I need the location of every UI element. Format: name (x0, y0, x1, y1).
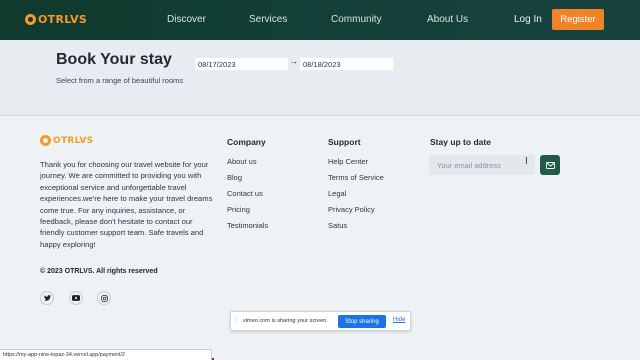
email-field[interactable] (429, 155, 535, 175)
support-heading: Support (328, 137, 361, 147)
instagram-icon[interactable] (97, 291, 111, 305)
share-message: vimeo.com is sharing your screen. (243, 318, 328, 324)
company-heading: Company (227, 137, 266, 147)
register-button[interactable]: Register (552, 9, 604, 30)
booking-section: Book Your stay Select from a range of be… (0, 40, 640, 116)
footer-link-terms[interactable]: Terms of Service (328, 173, 384, 189)
footer-about-text: Thank you for choosing our travel websit… (40, 160, 213, 249)
status-url: https://my-app-nine-topaz-34.vercel.app/… (0, 349, 212, 360)
hide-share-bar-link[interactable]: Hide (393, 317, 405, 323)
company-links: About us Blog Contact us Pricing Testimo… (227, 157, 268, 237)
footer-logo[interactable]: OTRLVS (40, 135, 93, 146)
footer-link-pricing[interactable]: Pricing (227, 205, 268, 221)
newsletter-heading: Stay up to date (430, 137, 491, 147)
footer-link-testimonials[interactable]: Testimonials (227, 221, 268, 237)
nav-discover[interactable]: Discover (167, 14, 206, 25)
page-title: Book Your stay (56, 51, 172, 68)
brand-name: OTRLVS (38, 13, 88, 26)
footer-link-privacy[interactable]: Privacy Policy (328, 205, 384, 221)
footer-brand-name: OTRLVS (53, 135, 94, 146)
footer-link-blog[interactable]: Blog (227, 173, 268, 189)
nav-community[interactable]: Community (331, 14, 382, 25)
drag-handle-icon[interactable]: ⁞ (235, 317, 237, 323)
sun-logo-icon (40, 135, 51, 146)
brand-logo[interactable]: OTRLVS (25, 13, 87, 26)
start-date-input[interactable] (195, 58, 288, 70)
nav-services[interactable]: Services (249, 14, 287, 25)
subscribe-button[interactable] (540, 155, 560, 175)
top-navbar: OTRLVS Discover Services Community About… (0, 0, 640, 40)
footer-link-help-center[interactable]: Help Center (328, 157, 384, 173)
login-link[interactable]: Log In (514, 14, 542, 25)
nav-about-us[interactable]: About Us (427, 14, 468, 25)
text-cursor-icon: I (525, 156, 528, 167)
mail-icon (545, 161, 555, 169)
twitter-icon[interactable] (40, 291, 54, 305)
footer-link-contact-us[interactable]: Contact us (227, 189, 268, 205)
youtube-icon[interactable] (69, 291, 83, 305)
copyright-text: © 2023 OTRLVS. All rights reserved (40, 268, 158, 275)
booking-subtitle: Select from a range of beautiful rooms (56, 76, 184, 85)
support-links: Help Center Terms of Service Legal Priva… (328, 157, 384, 237)
footer-link-legal[interactable]: Legal (328, 189, 384, 205)
end-date-input[interactable] (300, 58, 393, 70)
stop-sharing-button[interactable]: Stop sharing (338, 315, 386, 328)
screen-share-bar: ⁞ vimeo.com is sharing your screen. Stop… (230, 311, 411, 331)
footer-link-about-us[interactable]: About us (227, 157, 268, 173)
footer-link-status[interactable]: Satus (328, 221, 384, 237)
arrow-right-icon: → (290, 57, 298, 66)
sun-logo-icon (25, 14, 36, 25)
